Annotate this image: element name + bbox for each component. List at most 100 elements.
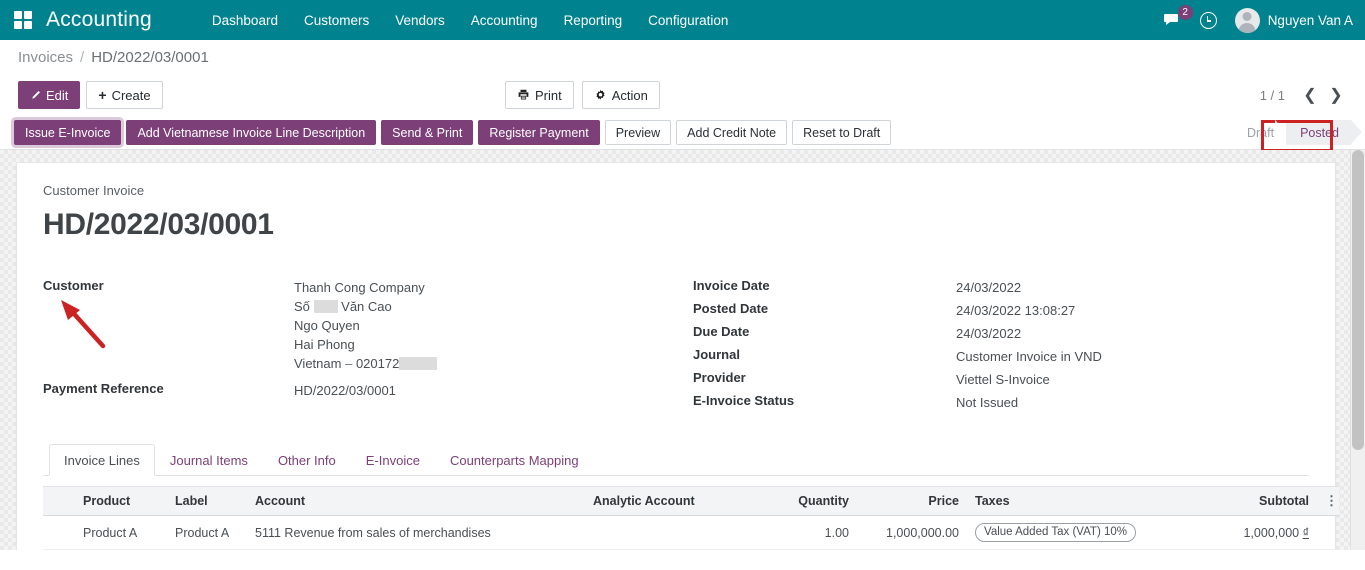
app-brand-title[interactable]: Accounting (46, 8, 152, 32)
register-payment-button[interactable]: Register Payment (478, 120, 599, 145)
menu-item-reporting[interactable]: Reporting (564, 13, 623, 28)
navbar-systray: 2 Nguyen Van A (1163, 0, 1353, 40)
field-payment-reference-label: Payment Reference (43, 379, 286, 396)
customer-district: Ngo Quyen (294, 316, 437, 335)
notebook-tabs: Invoice Lines Journal Items Other Info E… (43, 444, 1309, 476)
column-taxes[interactable]: Taxes (967, 487, 1179, 516)
reset-to-draft-button[interactable]: Reset to Draft (792, 120, 891, 145)
messages-counter[interactable]: 2 (1163, 12, 1182, 28)
customer-street: Số Văn Cao (294, 297, 437, 316)
form-statusbar: Issue E-Invoice Add Vietnamese Invoice L… (0, 116, 1365, 150)
statusbar-buttons: Issue E-Invoice Add Vietnamese Invoice L… (14, 120, 896, 145)
field-payment-reference-value[interactable]: HD/2022/03/0001 (286, 379, 396, 400)
gear-icon (594, 89, 607, 102)
field-customer-label: Customer (43, 276, 286, 293)
breadcrumb-item-invoices[interactable]: Invoices (18, 49, 73, 66)
tab-counterparts-mapping[interactable]: Counterparts Mapping (435, 444, 594, 476)
status-badge-posted[interactable]: Posted (1286, 120, 1351, 145)
field-customer: Customer Thanh Cong Company Số Văn Cao N… (43, 276, 676, 373)
status-stages: Draft Posted (1233, 120, 1351, 145)
column-label[interactable]: Label (167, 487, 247, 516)
cell-product[interactable]: Product A (75, 516, 167, 550)
user-avatar-icon (1235, 8, 1260, 33)
field-invoice-date-label: Invoice Date (693, 276, 948, 293)
cell-taxes[interactable]: Value Added Tax (VAT) 10% (967, 516, 1179, 550)
row-drag-handle[interactable] (43, 516, 75, 550)
field-posted-date-label: Posted Date (693, 299, 948, 316)
issue-e-invoice-button[interactable]: Issue E-Invoice (14, 120, 121, 145)
field-posted-date-value[interactable]: 24/03/2022 13:08:27 (948, 299, 1075, 320)
pencil-icon (30, 90, 41, 101)
customer-company-name: Thanh Cong Company (294, 278, 437, 297)
document-type-label: Customer Invoice (43, 183, 1309, 198)
breadcrumb-separator: / (80, 49, 84, 66)
field-provider-label: Provider (693, 368, 948, 385)
field-customer-value[interactable]: Thanh Cong Company Số Văn Cao Ngo Quyen … (286, 276, 437, 373)
optional-columns-dropdown[interactable]: ⋮ (1317, 487, 1339, 516)
field-e-invoice-status: E-Invoice Status Not Issued (693, 391, 1309, 414)
column-quantity[interactable]: Quantity (745, 487, 857, 516)
field-journal-label: Journal (693, 345, 948, 362)
preview-button[interactable]: Preview (605, 120, 671, 145)
create-button-label: Create (112, 88, 151, 103)
field-e-invoice-status-label: E-Invoice Status (693, 391, 948, 408)
field-provider-value[interactable]: Viettel S-Invoice (948, 368, 1050, 389)
pager-count-label: 1 / 1 (1260, 88, 1285, 103)
add-vietnamese-invoice-line-description-button[interactable]: Add Vietnamese Invoice Line Description (126, 120, 376, 145)
menu-item-configuration[interactable]: Configuration (648, 13, 728, 28)
clock-icon[interactable] (1200, 12, 1217, 29)
tab-e-invoice[interactable]: E-Invoice (351, 444, 435, 476)
scrollbar-thumb[interactable] (1352, 150, 1364, 450)
user-name-label: Nguyen Van A (1268, 13, 1353, 28)
apps-grid-icon[interactable] (14, 11, 32, 29)
menu-item-customers[interactable]: Customers (304, 13, 369, 28)
tab-other-info[interactable]: Other Info (263, 444, 351, 476)
column-account[interactable]: Account (247, 487, 585, 516)
field-posted-date: Posted Date 24/03/2022 13:08:27 (693, 299, 1309, 322)
chevron-left-icon[interactable]: ❮ (1299, 83, 1321, 107)
invoice-lines-table-head: Product Label Account Analytic Account Q… (43, 487, 1339, 516)
action-button-label: Action (612, 88, 648, 103)
field-journal-value[interactable]: Customer Invoice in VND (948, 345, 1102, 366)
send-and-print-button[interactable]: Send & Print (381, 120, 473, 145)
field-invoice-date: Invoice Date 24/03/2022 (693, 276, 1309, 299)
cell-label[interactable]: Product A (167, 516, 247, 550)
cell-analytic-account[interactable] (585, 516, 745, 550)
tab-journal-items[interactable]: Journal Items (155, 444, 263, 476)
cell-price[interactable]: 1,000,000.00 (857, 516, 967, 550)
field-due-date-label: Due Date (693, 322, 948, 339)
redacted-street-number (314, 300, 338, 313)
column-subtotal[interactable]: Subtotal (1179, 487, 1317, 516)
record-pager: 1 / 1 ❮ ❯ (1260, 83, 1347, 107)
cell-quantity[interactable]: 1.00 (745, 516, 857, 550)
menu-item-accounting[interactable]: Accounting (471, 13, 538, 28)
field-payment-reference: Payment Reference HD/2022/03/0001 (43, 379, 676, 402)
form-fields-columns: Customer Thanh Cong Company Số Văn Cao N… (43, 276, 1309, 414)
cell-account[interactable]: 5111 Revenue from sales of merchandises (247, 516, 585, 550)
field-due-date-value[interactable]: 24/03/2022 (948, 322, 1021, 343)
tab-invoice-lines[interactable]: Invoice Lines (49, 444, 155, 476)
redacted-zip-suffix (399, 357, 437, 370)
field-invoice-date-value[interactable]: 24/03/2022 (948, 276, 1021, 297)
form-sheet: Customer Invoice HD/2022/03/0001 Custome… (16, 162, 1336, 550)
print-button[interactable]: Print (505, 81, 574, 109)
form-content-area: Customer Invoice HD/2022/03/0001 Custome… (0, 150, 1365, 550)
column-product[interactable]: Product (75, 487, 167, 516)
menu-item-vendors[interactable]: Vendors (395, 13, 445, 28)
column-analytic-account[interactable]: Analytic Account (585, 487, 745, 516)
action-button[interactable]: Action (582, 81, 660, 109)
field-provider: Provider Viettel S-Invoice (693, 368, 1309, 391)
user-menu[interactable]: Nguyen Van A (1235, 8, 1353, 33)
plus-icon: + (98, 88, 106, 102)
create-button[interactable]: + Create (86, 81, 162, 109)
vertical-dots-icon: ⋮ (1325, 493, 1338, 508)
column-price[interactable]: Price (857, 487, 967, 516)
edit-button[interactable]: Edit (18, 81, 80, 109)
chevron-right-icon[interactable]: ❯ (1325, 83, 1347, 107)
add-credit-note-button[interactable]: Add Credit Note (676, 120, 787, 145)
tax-badge: Value Added Tax (VAT) 10% (975, 523, 1136, 542)
vertical-scrollbar[interactable] (1350, 150, 1365, 550)
address-dash: – (345, 356, 352, 371)
menu-item-dashboard[interactable]: Dashboard (212, 13, 278, 28)
table-row[interactable]: Product A Product A 5111 Revenue from sa… (43, 516, 1339, 550)
